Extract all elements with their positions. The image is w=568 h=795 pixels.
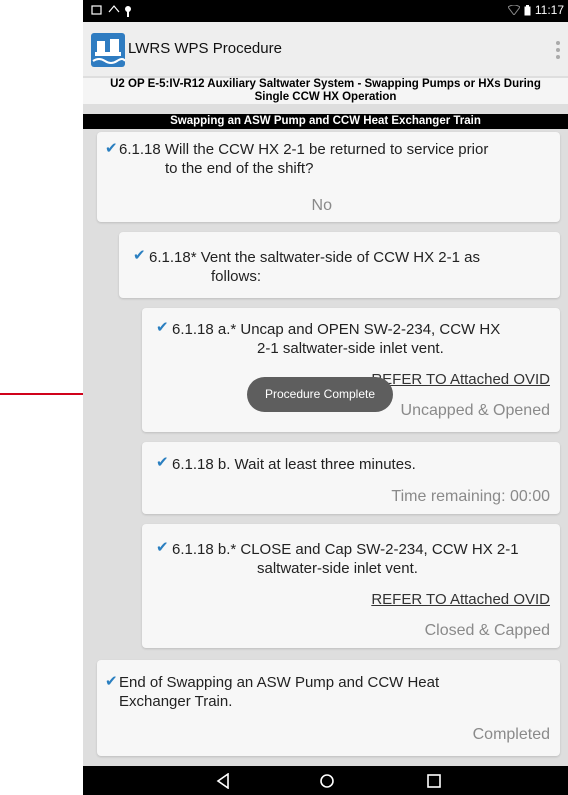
checkmark-icon: ✔ xyxy=(156,454,169,471)
wifi-icon xyxy=(507,5,520,15)
step-card[interactable]: ✔ 6.1.18* Vent the saltwater-side of CCW… xyxy=(119,232,560,298)
procedure-title: U2 OP E-5:IV-R12 Auxiliary Saltwater Sys… xyxy=(83,78,568,104)
step-text: 6.1.18* Vent the saltwater-side of CCW H… xyxy=(149,249,480,285)
step-card[interactable]: ✔ 6.1.18 b. Wait at least three minutes.… xyxy=(142,442,560,514)
step-status: Uncapped & Opened xyxy=(400,402,550,419)
checkmark-icon: ✔ xyxy=(105,673,118,690)
refer-ovid-link[interactable]: REFER TO Attached OVID xyxy=(371,371,550,388)
overflow-menu-icon[interactable] xyxy=(556,41,560,59)
toast-message: Procedure Complete xyxy=(247,377,393,412)
step-text: 6.1.18 Will the CCW HX 2-1 be returned t… xyxy=(119,141,489,177)
step-text: End of Swapping an ASW Pump and CCW Heat… xyxy=(119,674,440,710)
battery-icon xyxy=(524,4,531,15)
refer-ovid-link[interactable]: REFER TO Attached OVID xyxy=(371,591,550,608)
checkmark-icon: ✔ xyxy=(156,319,169,336)
step-status: Completed xyxy=(472,726,550,743)
step-status: Closed & Capped xyxy=(424,622,550,639)
action-bar: LWRS WPS Procedure xyxy=(83,22,568,76)
tablet-screen: 11:17 LWRS WPS Procedure U2 OP E-5:IV-R1… xyxy=(83,0,568,795)
checkmark-icon: ✔ xyxy=(133,247,146,264)
step-card[interactable]: ✔ 6.1.18 b.* CLOSE and Cap SW-2-234, CCW… xyxy=(142,524,560,648)
app-title: LWRS WPS Procedure xyxy=(128,40,282,57)
section-header: Swapping an ASW Pump and CCW Heat Exchan… xyxy=(83,114,568,129)
countdown-timer: Time remaining: 00:00 xyxy=(391,488,550,505)
back-icon[interactable] xyxy=(213,771,233,791)
checkmark-icon: ✔ xyxy=(156,539,169,556)
clock: 11:17 xyxy=(534,3,564,17)
step-text: 6.1.18 a.* Uncap and OPEN SW-2-234, CCW … xyxy=(172,321,501,357)
step-card[interactable]: ✔ 6.1.18 Will the CCW HX 2-1 be returned… xyxy=(97,132,560,222)
step-text: 6.1.18 b. Wait at least three minutes. xyxy=(172,456,416,473)
step-text: 6.1.18 b.* CLOSE and Cap SW-2-234, CCW H… xyxy=(172,541,519,577)
notification-icons xyxy=(91,5,131,17)
navigation-bar xyxy=(83,766,568,795)
status-bar: 11:17 xyxy=(83,0,568,22)
checkmark-icon: ✔ xyxy=(105,140,118,157)
recents-icon[interactable] xyxy=(424,771,444,791)
step-status: No xyxy=(311,197,332,214)
step-card[interactable]: ✔ 6.1.18 a.* Uncap and OPEN SW-2-234, CC… xyxy=(142,308,560,432)
home-icon[interactable] xyxy=(317,771,337,791)
app-logo-icon[interactable] xyxy=(91,33,125,67)
step-card[interactable]: ✔ End of Swapping an ASW Pump and CCW He… xyxy=(97,660,560,756)
